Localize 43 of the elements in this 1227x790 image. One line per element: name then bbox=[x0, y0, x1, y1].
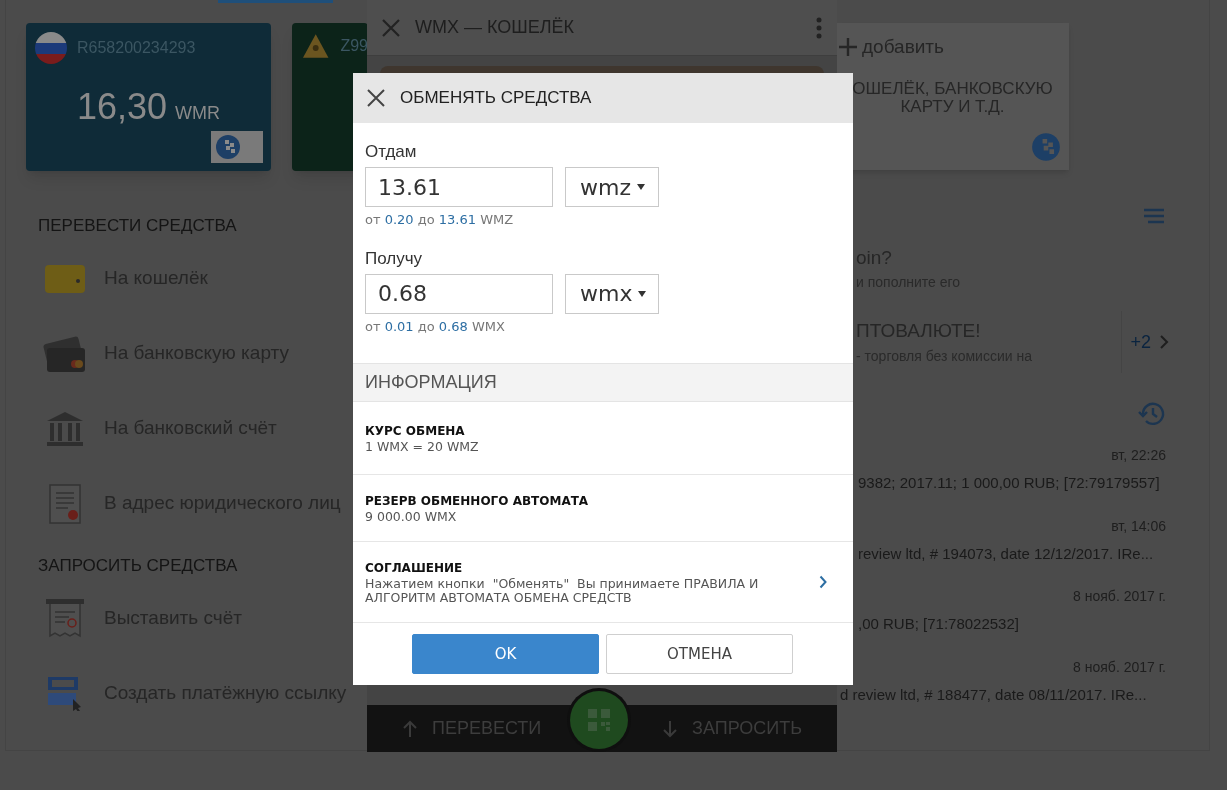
currency-code: WMR bbox=[175, 102, 221, 125]
more-count[interactable]: +2 bbox=[1130, 328, 1151, 356]
web-pay-icon bbox=[47, 675, 83, 711]
range-hint: от 0.20 до 13.61 WMZ bbox=[365, 211, 515, 229]
info-text: 9 000.00 WMX bbox=[365, 510, 458, 524]
ok-button[interactable]: OK bbox=[412, 634, 599, 674]
info-text: 1 WMX = 20 WMZ bbox=[365, 440, 480, 454]
cancel-button[interactable]: ОТМЕНА bbox=[606, 634, 793, 674]
balance-amount: 16,30 bbox=[76, 85, 168, 129]
pyramid-icon bbox=[301, 32, 331, 60]
arrow-up-icon bbox=[402, 719, 418, 738]
section-title: ЗАПРОСИТЬ СРЕДСТВА bbox=[38, 555, 238, 575]
more-icon[interactable] bbox=[816, 16, 822, 39]
close-icon[interactable] bbox=[367, 89, 385, 107]
qr-code-icon bbox=[587, 708, 611, 732]
globe-logo-icon bbox=[215, 134, 241, 160]
section-header: ИНФОРМАЦИЯ bbox=[353, 363, 853, 402]
arrow-down-icon bbox=[662, 719, 679, 738]
chevron-right-icon[interactable] bbox=[819, 575, 827, 589]
wallet-number: Z99 bbox=[340, 36, 368, 56]
currency-select[interactable]: wmz bbox=[565, 167, 659, 207]
plus-icon bbox=[838, 37, 858, 58]
wallet-icon bbox=[44, 262, 86, 295]
globe-logo-icon bbox=[1031, 132, 1061, 162]
invoice-icon bbox=[45, 598, 85, 638]
history-icon[interactable] bbox=[1138, 401, 1166, 427]
info-title: СОГЛАШЕНИЕ bbox=[365, 560, 464, 577]
info-title: РЕЗЕРВ ОБМЕННОГО АВТОМАТА bbox=[365, 493, 590, 510]
range-hint: от 0.01 до 0.68 WMX bbox=[365, 317, 506, 336]
amount-field[interactable]: 0.68 bbox=[365, 273, 553, 314]
document-icon bbox=[48, 483, 82, 524]
amount-field[interactable]: 13.61 bbox=[365, 167, 553, 207]
section-title: ПЕРЕВЕСТИ СРЕДСТВА bbox=[38, 216, 237, 235]
qr-button[interactable] bbox=[570, 691, 628, 749]
field-label: Отдам bbox=[365, 142, 418, 162]
info-text: Нажатием кнопки "Обменять" Вы принимаете ПРАВИЛА И АЛГОРИТМ АВТОМАТА ОБМЕНА СРЕДСТВ bbox=[365, 577, 760, 605]
field-label: Получу bbox=[365, 248, 424, 269]
flag-icon bbox=[35, 32, 67, 64]
currency-select[interactable]: wmx bbox=[565, 273, 659, 314]
bank-building-icon bbox=[45, 409, 85, 448]
info-title: КУРС ОБМЕНА bbox=[365, 423, 466, 440]
list-icon[interactable] bbox=[1142, 208, 1166, 224]
dialog-title: ОБМЕНЯТЬ СРЕДСТВА bbox=[400, 87, 592, 110]
